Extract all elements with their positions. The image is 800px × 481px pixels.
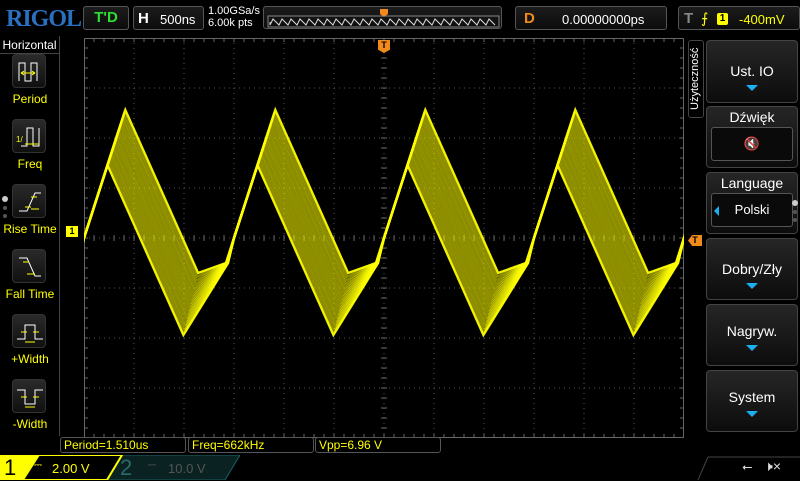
system-button[interactable]: System (706, 370, 798, 432)
width-icon (17, 389, 43, 408)
overview-wave (267, 9, 500, 28)
mute-icon: 🔇 (711, 127, 793, 161)
measure-period-button[interactable] (12, 54, 46, 88)
timebase-value: 500ns (160, 12, 196, 27)
sound-label: Dźwięk (729, 109, 775, 125)
rising-edge-icon: ⨍ (701, 10, 709, 26)
svg-text:1/: 1/ (16, 135, 23, 144)
language-button[interactable]: Language Polski (706, 172, 798, 234)
trigger-box[interactable]: T ⨍ 1 -400mV (678, 6, 800, 30)
measure-width-label: -Width (12, 417, 48, 431)
rigol-logo: RIGOL (6, 6, 82, 32)
measure-period-label: Period (12, 92, 48, 106)
utility-menu: Ust. IO Dźwięk 🔇 Language Polski Dobry/Zły… (706, 36, 800, 436)
delay-value: 0.00000000ps (562, 12, 645, 27)
channel2-scale[interactable]: 10.0 V (168, 461, 206, 476)
channel1-scale[interactable]: 2.00 V (52, 461, 90, 476)
pass-fail-label: Dobry/Zły (722, 261, 782, 277)
measure-menu: Horizontal Period 1/Freq Rise Time Fall Tim… (0, 36, 60, 436)
rise-time-icon (19, 192, 41, 212)
freq-icon: 1/ (16, 127, 40, 147)
chevron-down-icon (746, 345, 758, 351)
period-icon (18, 62, 38, 82)
chevron-down-icon (746, 85, 758, 91)
chevron-down-icon (746, 283, 758, 289)
timebase-key: H (138, 10, 149, 27)
measure-fall-time-label: Fall Time (5, 287, 55, 301)
usb-icon: ⭠ (742, 459, 753, 474)
measurement-vpp[interactable]: Vpp=6.96 V (315, 437, 441, 453)
measure-width-button[interactable] (12, 314, 46, 348)
fall-time-icon (19, 257, 41, 277)
chevron-down-icon (746, 411, 758, 417)
trigger-level-marker[interactable]: T (688, 235, 702, 246)
sound-button[interactable]: Dźwięk 🔇 (706, 106, 798, 168)
memory-depth: 6.00k pts (208, 17, 253, 29)
width-icon (17, 324, 43, 343)
measurement-period[interactable]: Period=1.510us (60, 437, 186, 453)
menu-page-indicator (792, 200, 798, 230)
measure-fall-time-button[interactable] (12, 249, 46, 283)
timebase-box[interactable]: H 500ns (133, 6, 204, 30)
record-label: Nagryw. (726, 323, 778, 339)
sample-rate: 1.00GSa/s (208, 5, 260, 17)
utility-menu-tab: Użyteczność (688, 40, 704, 118)
waveform-display[interactable] (84, 38, 684, 438)
trigger-key: T (684, 10, 694, 27)
pass-fail-button[interactable]: Dobry/Zły (706, 238, 798, 300)
io-setup-button[interactable]: Ust. IO (706, 40, 798, 103)
measure-freq-button[interactable]: 1/ (12, 119, 46, 153)
delay-box[interactable]: D 0.00000000ps (515, 6, 667, 30)
acquisition-info: 1.00GSa/s 6.00k pts (208, 5, 260, 29)
trigger-source: 1 (717, 13, 728, 25)
measure-width-button[interactable] (12, 379, 46, 413)
measurement-bar: Period=1.510us Freq=662kHz Vpp=6.96 V (58, 437, 688, 454)
channel1-number[interactable]: 1 (4, 455, 16, 481)
channel2-number[interactable]: 2 (120, 455, 132, 481)
record-button[interactable]: Nagryw. (706, 304, 798, 366)
dc-coupling-icon: ⎓ (34, 460, 42, 471)
measure-rise-time-button[interactable] (12, 184, 46, 218)
waveform-overview[interactable] (263, 6, 502, 29)
measure-width-label: +Width (11, 352, 49, 366)
language-label: Language (720, 175, 784, 191)
mute-icon: 🕨× (764, 458, 781, 474)
io-setup-label: Ust. IO (730, 63, 774, 79)
dc-coupling-icon: ⎓ (148, 460, 156, 471)
measure-rise-time-label: Rise Time (3, 222, 57, 236)
system-label: System (728, 389, 776, 405)
menu-title: Horizontal (0, 38, 59, 54)
delay-key: D (524, 10, 535, 27)
measure-freq-label: Freq (17, 157, 43, 171)
measurement-freq[interactable]: Freq=662kHz (188, 437, 314, 453)
channel1-offset-marker[interactable]: 1 (66, 226, 78, 237)
trigger-level: -400mV (739, 12, 785, 27)
menu-page-indicator (2, 196, 8, 218)
run-state-button[interactable]: T'D (83, 6, 129, 30)
chevron-left-icon (714, 206, 719, 216)
status-bar: 1 ⎓ 2.00 V 2 ⎓ 10.0 V ⭠ 🕨× (0, 455, 800, 480)
language-value: Polski (734, 202, 770, 217)
